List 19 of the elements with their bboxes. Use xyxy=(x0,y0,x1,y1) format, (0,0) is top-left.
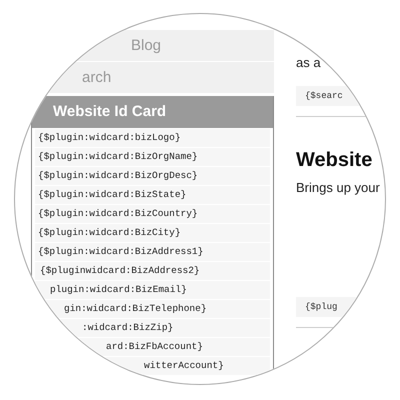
tag-code: {$plugin:widcard:bizLogo} xyxy=(38,131,181,145)
tag-code: {$plugin:widcard:BizOrgName} xyxy=(38,150,198,164)
tag-code: {$plugin:widcard:BizCountry} xyxy=(38,207,198,221)
panel-title: Website Id Card xyxy=(53,102,166,122)
tag-code: {$plugin:widcard:BizOrgDesc} xyxy=(38,169,198,183)
tag-code: witterAccount} xyxy=(144,359,224,373)
tag-code: {$plugin:widcard:BizCity} xyxy=(38,226,181,240)
tag-code: {$plugin:widcard:BizState} xyxy=(38,188,186,202)
tag-code: {$plugin:widcard:BizAddress1} xyxy=(38,245,204,259)
tag-code: {$pluginwidcard:BizAddress2} xyxy=(40,264,200,278)
nav-link[interactable]: arch xyxy=(82,62,112,93)
tag-code: plugin:widcard:BizEmail} xyxy=(50,283,187,297)
intro-text: as a xyxy=(296,55,321,70)
tag-code: gin:widcard:BizTelephone} xyxy=(64,302,207,316)
nav-link[interactable]: Blog xyxy=(131,30,162,61)
tag-code: :widcard:BizZip} xyxy=(82,321,174,335)
tag-code: ard:BizFbAccount} xyxy=(106,340,203,354)
section-heading: Website xyxy=(296,149,372,172)
description-text: Brings up your xyxy=(296,180,380,195)
